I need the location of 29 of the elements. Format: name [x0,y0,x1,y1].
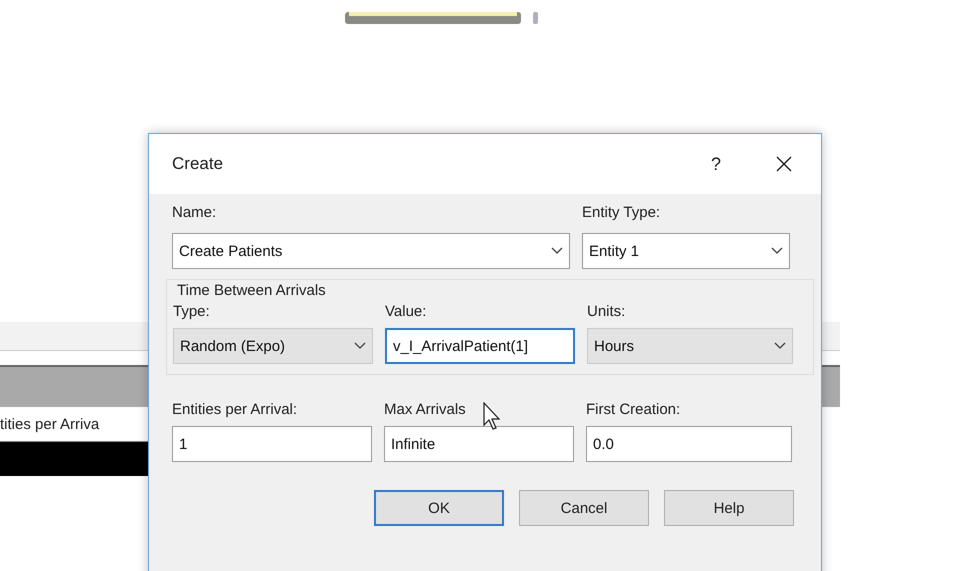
field-label: Units: [587,303,626,320]
field-label: Entity Type: [582,204,660,221]
field-label: Type: [173,303,210,320]
chevron-icon [551,247,563,255]
dialog-button[interactable]: Help [664,490,794,526]
text-field[interactable]: Infinite [384,426,574,462]
dialog-button[interactable]: Cancel [519,490,649,526]
help-button[interactable]: ? [691,144,741,184]
entity-type-field[interactable]: Entity 1 [582,233,790,269]
close-icon [776,156,792,172]
chevron-icon [774,342,786,350]
chevron-icon [354,342,366,350]
text-field[interactable]: 0.0 [586,426,792,462]
value-field[interactable]: v_I_ArrivalPatient(1] [385,328,575,364]
type-field[interactable]: Random (Expo) [173,328,373,364]
field-label: Name: [172,204,218,221]
group-title: Time Between Arrivals [177,282,327,299]
chevron-icon [771,247,783,255]
field-label: First Creation: [586,401,680,418]
dialog-title: Create [172,154,224,174]
dialog-button[interactable]: OK [374,490,504,526]
field-label: Value: [385,303,426,320]
cursor-icon [483,402,503,430]
field-label: Entities per Arrival: [172,401,298,418]
field-label: Max Arrivals [384,401,466,418]
name-field[interactable]: Create Patients [172,233,570,269]
column-header: tities per Arriva [0,416,100,432]
units-field[interactable]: Hours [587,328,793,364]
text-field[interactable]: 1 [172,426,372,462]
